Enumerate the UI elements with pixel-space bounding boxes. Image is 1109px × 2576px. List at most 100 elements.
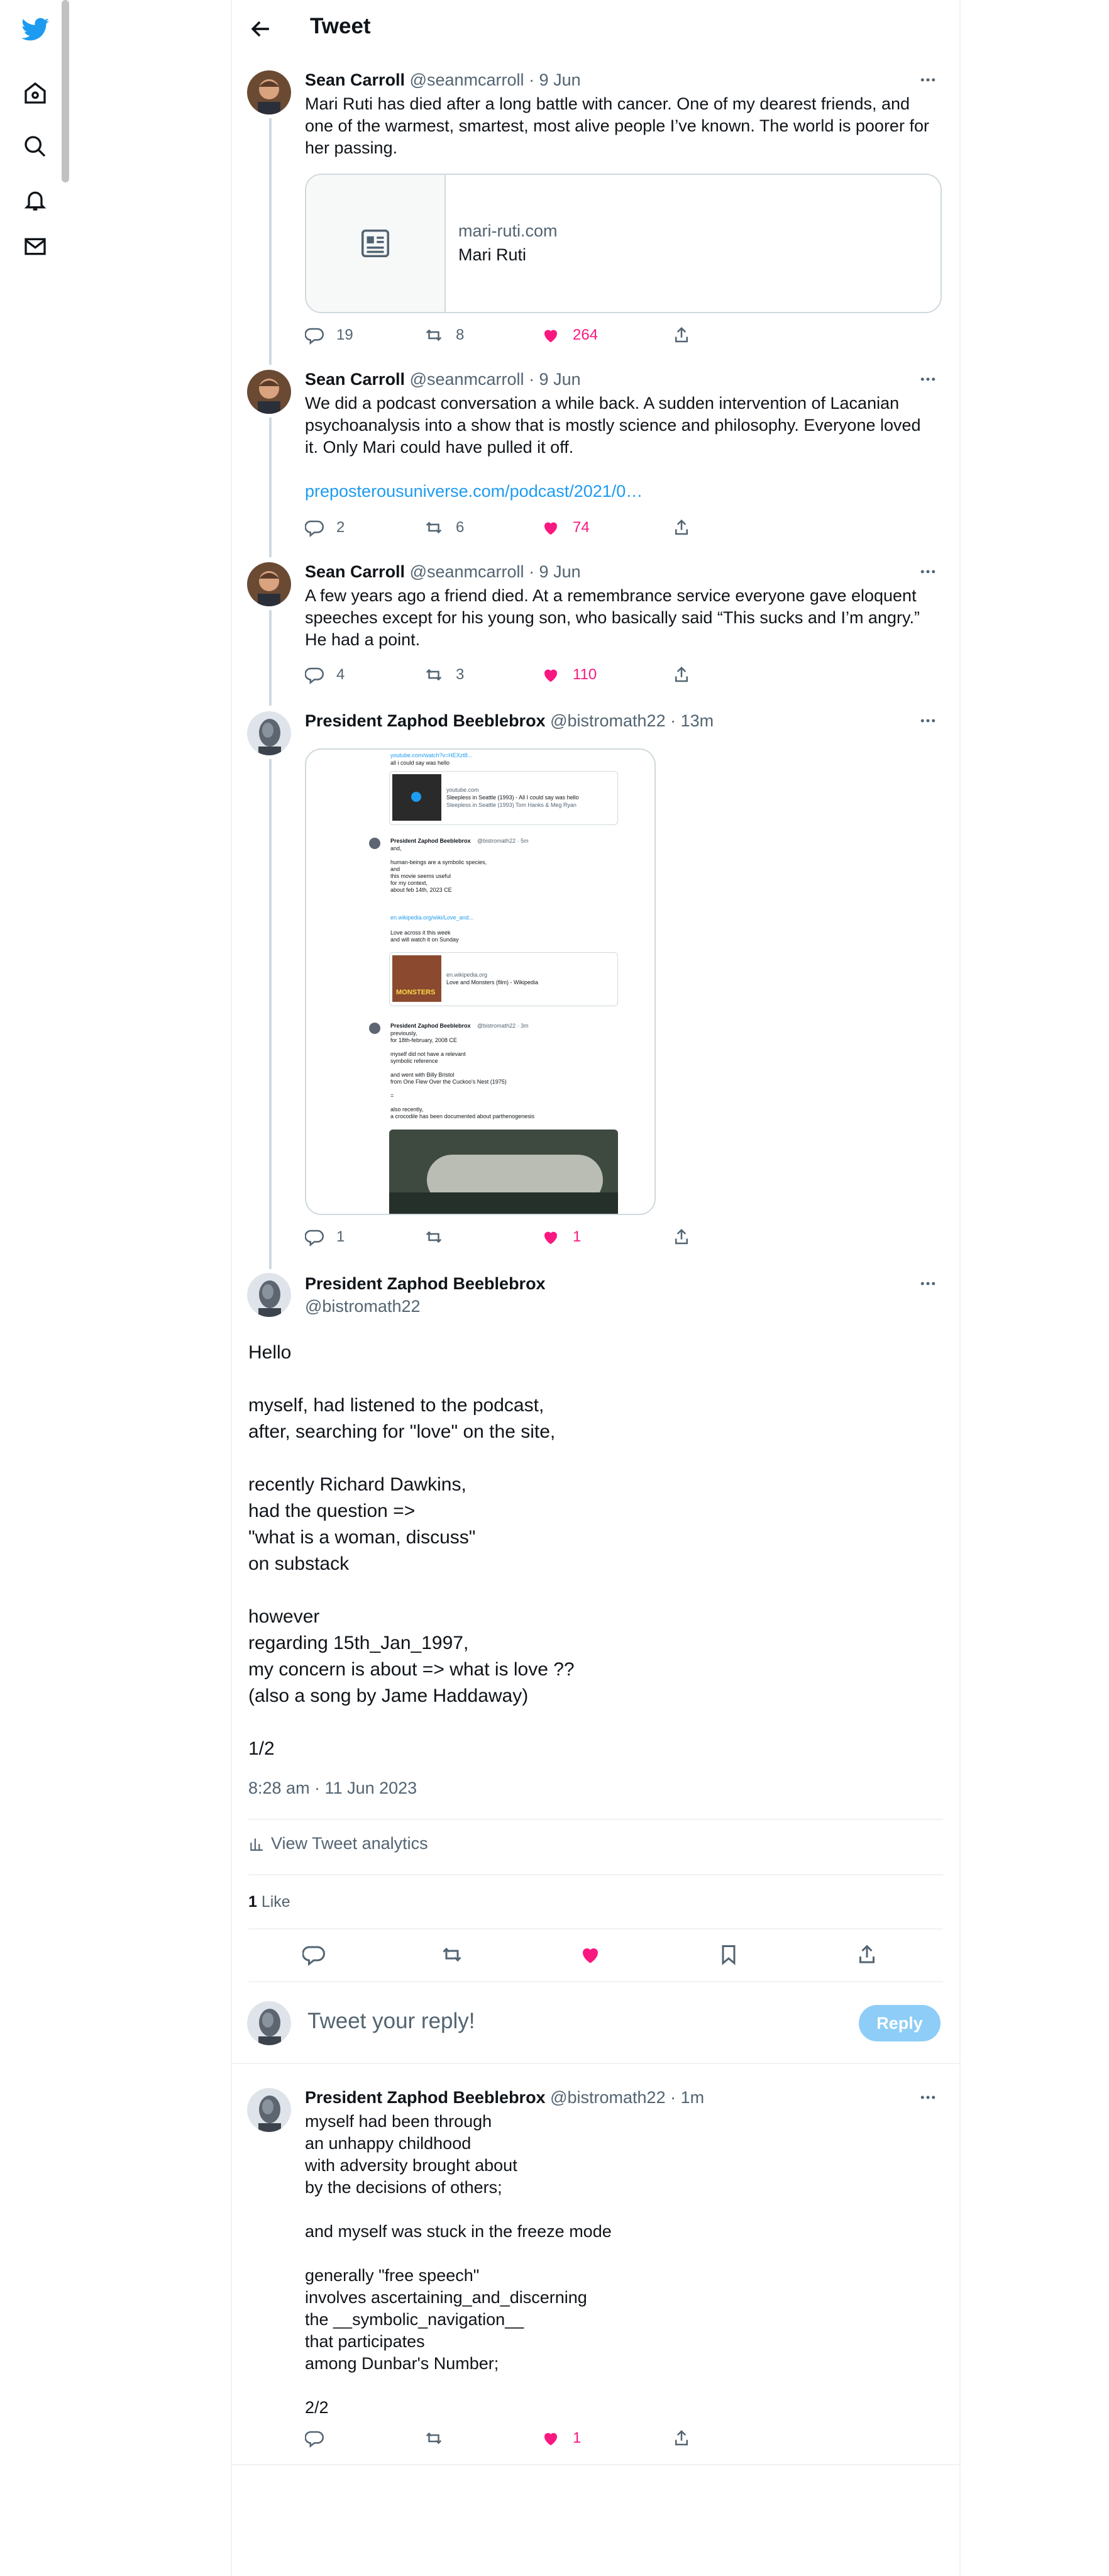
retweet-button[interactable]: 6 [424, 518, 464, 537]
attached-screenshot-image[interactable]: youtube.com/watch?v=HEXzt8... all i coul… [305, 748, 656, 1215]
author-name[interactable]: Sean Carroll [305, 70, 405, 89]
share-button[interactable] [672, 2429, 703, 2448]
share-button[interactable] [672, 665, 703, 684]
twitter-logo-icon[interactable] [19, 14, 52, 47]
search-icon[interactable] [19, 130, 52, 163]
reply-button[interactable]: 2 [305, 518, 345, 537]
main-tweet-text: Hello myself, had listened to the podcas… [248, 1342, 575, 1759]
shot-wiki-card: MONSTERS en.wikipedia.org Love and Monst… [389, 952, 618, 1006]
reply-tweet[interactable]: President Zaphod Beeblebrox @bistromath2… [232, 2075, 959, 2465]
bookmark-button[interactable] [717, 1943, 740, 1969]
reply-count: 19 [336, 326, 353, 343]
top-bar: Tweet [232, 0, 959, 58]
like-total: 1 [248, 1893, 257, 1911]
more-options-icon[interactable] [915, 370, 941, 389]
more-options-icon[interactable] [915, 2088, 941, 2107]
shot-wiki-domain: en.wikipedia.org [446, 972, 488, 978]
avatar[interactable] [247, 562, 291, 606]
retweet-count: 3 [456, 666, 465, 683]
reply-button[interactable]: 1 [305, 1228, 345, 1246]
like-count: 1 [573, 1228, 582, 1245]
avatar[interactable] [247, 711, 291, 755]
shot-yt-title: Sleepless in Seattle (1993) - All I coul… [446, 794, 579, 801]
author-name[interactable]: President Zaphod Beeblebrox [305, 711, 546, 730]
tweet-time[interactable]: · 13m [670, 711, 714, 730]
share-button[interactable] [672, 518, 703, 537]
link-card[interactable]: mari-ruti.com Mari Ruti [305, 174, 942, 313]
thread-line [269, 355, 272, 365]
reply-button[interactable]: 19 [305, 326, 353, 345]
more-options-icon[interactable] [915, 70, 941, 89]
reply-submit-button[interactable]: Reply [859, 2005, 941, 2041]
tweet-time[interactable]: · 9 Jun [529, 562, 581, 581]
author-name[interactable]: Sean Carroll [305, 370, 405, 389]
author-handle[interactable]: @bistromath22 [550, 2088, 666, 2107]
retweet-button[interactable]: 3 [424, 665, 464, 684]
reply-input[interactable]: Tweet your reply! [307, 2009, 810, 2034]
like-button[interactable]: 74 [541, 518, 590, 537]
author-name[interactable]: President Zaphod Beeblebrox [305, 2088, 546, 2107]
tweet-time[interactable]: · 9 Jun [529, 370, 581, 389]
shot-body-4: previously, for 18th-february, 2008 CE m… [390, 1030, 535, 1119]
author-handle[interactable]: @seanmcarroll [410, 370, 524, 389]
thread-line [269, 547, 272, 557]
thread-tweet-1[interactable]: Sean Carroll @seanmcarroll · 9 Jun Mari … [232, 65, 959, 355]
tweet-actions: 1 [305, 2429, 745, 2454]
like-button[interactable]: 110 [541, 665, 597, 684]
author-handle[interactable]: @seanmcarroll [410, 70, 524, 89]
retweet-button[interactable] [441, 1943, 463, 1969]
home-icon[interactable] [19, 77, 52, 109]
avatar[interactable] [247, 370, 291, 414]
retweet-button[interactable]: 8 [424, 326, 464, 345]
share-button[interactable] [672, 326, 703, 345]
back-arrow-icon[interactable] [247, 15, 275, 43]
author-name[interactable]: President Zaphod Beeblebrox [305, 1274, 546, 1294]
more-options-icon[interactable] [915, 1274, 941, 1293]
like-button[interactable]: 1 [541, 1228, 581, 1246]
tweet-actions: 1 1 [305, 1228, 745, 1253]
more-options-icon[interactable] [915, 711, 941, 730]
main-column: Tweet Sean Carroll @seanmcarroll · 9 Jun… [231, 0, 961, 2576]
like-stats[interactable]: 1 Like [248, 1893, 290, 1911]
thread-tweet-3[interactable]: Sean Carroll @seanmcarroll · 9 Jun A few… [232, 547, 959, 706]
divider [248, 1928, 943, 1929]
divider [232, 2063, 959, 2064]
main-tweet: President Zaphod Beeblebrox @bistromath2… [232, 1259, 959, 1982]
shot-video-thumbnail [392, 774, 441, 821]
reply-button[interactable]: 4 [305, 665, 345, 684]
author-handle[interactable]: @seanmcarroll [410, 562, 524, 581]
view-analytics-link[interactable]: View Tweet analytics [248, 1834, 428, 1853]
like-button[interactable]: 1 [541, 2429, 581, 2448]
thread-tweet-2[interactable]: Sean Carroll @seanmcarroll · 9 Jun We di… [232, 355, 959, 547]
share-button[interactable] [856, 1943, 878, 1969]
reply-button[interactable] [302, 1943, 325, 1969]
author-name[interactable]: Sean Carroll [305, 562, 405, 581]
retweet-button[interactable] [424, 1228, 456, 1246]
messages-icon[interactable] [19, 234, 52, 258]
retweet-button[interactable] [424, 2429, 456, 2448]
like-count: 1 [573, 2429, 582, 2446]
tweet-time[interactable]: · 1m [670, 2088, 704, 2107]
tweet-text: A few years ago a friend died. At a reme… [305, 586, 925, 649]
sidebar-scrollbar[interactable] [62, 0, 69, 182]
share-button[interactable] [672, 1228, 703, 1246]
avatar[interactable] [247, 2088, 291, 2132]
tweet-timestamp[interactable]: 8:28 am · 11 Jun 2023 [248, 1779, 417, 1798]
author-handle[interactable]: @bistromath22 [305, 1297, 421, 1316]
podcast-link[interactable]: preposterousuniverse.com/podcast/2021/0… [305, 480, 934, 502]
divider [232, 2464, 959, 2465]
avatar[interactable] [247, 1273, 291, 1317]
avatar[interactable] [247, 70, 291, 114]
more-options-icon[interactable] [915, 562, 941, 581]
view-analytics-label: View Tweet analytics [271, 1834, 428, 1853]
thread-tweet-4[interactable]: President Zaphod Beeblebrox @bistromath2… [232, 696, 959, 1259]
like-button[interactable]: 264 [541, 326, 598, 345]
avatar [247, 2001, 291, 2045]
reply-button[interactable] [305, 2429, 336, 2448]
like-button[interactable] [579, 1943, 602, 1969]
author-handle[interactable]: @bistromath22 [550, 711, 666, 730]
notifications-bell-icon[interactable] [19, 184, 52, 216]
analytics-icon [250, 1838, 263, 1851]
card-domain: mari-ruti.com [458, 221, 558, 240]
tweet-time[interactable]: · 9 Jun [529, 70, 581, 89]
